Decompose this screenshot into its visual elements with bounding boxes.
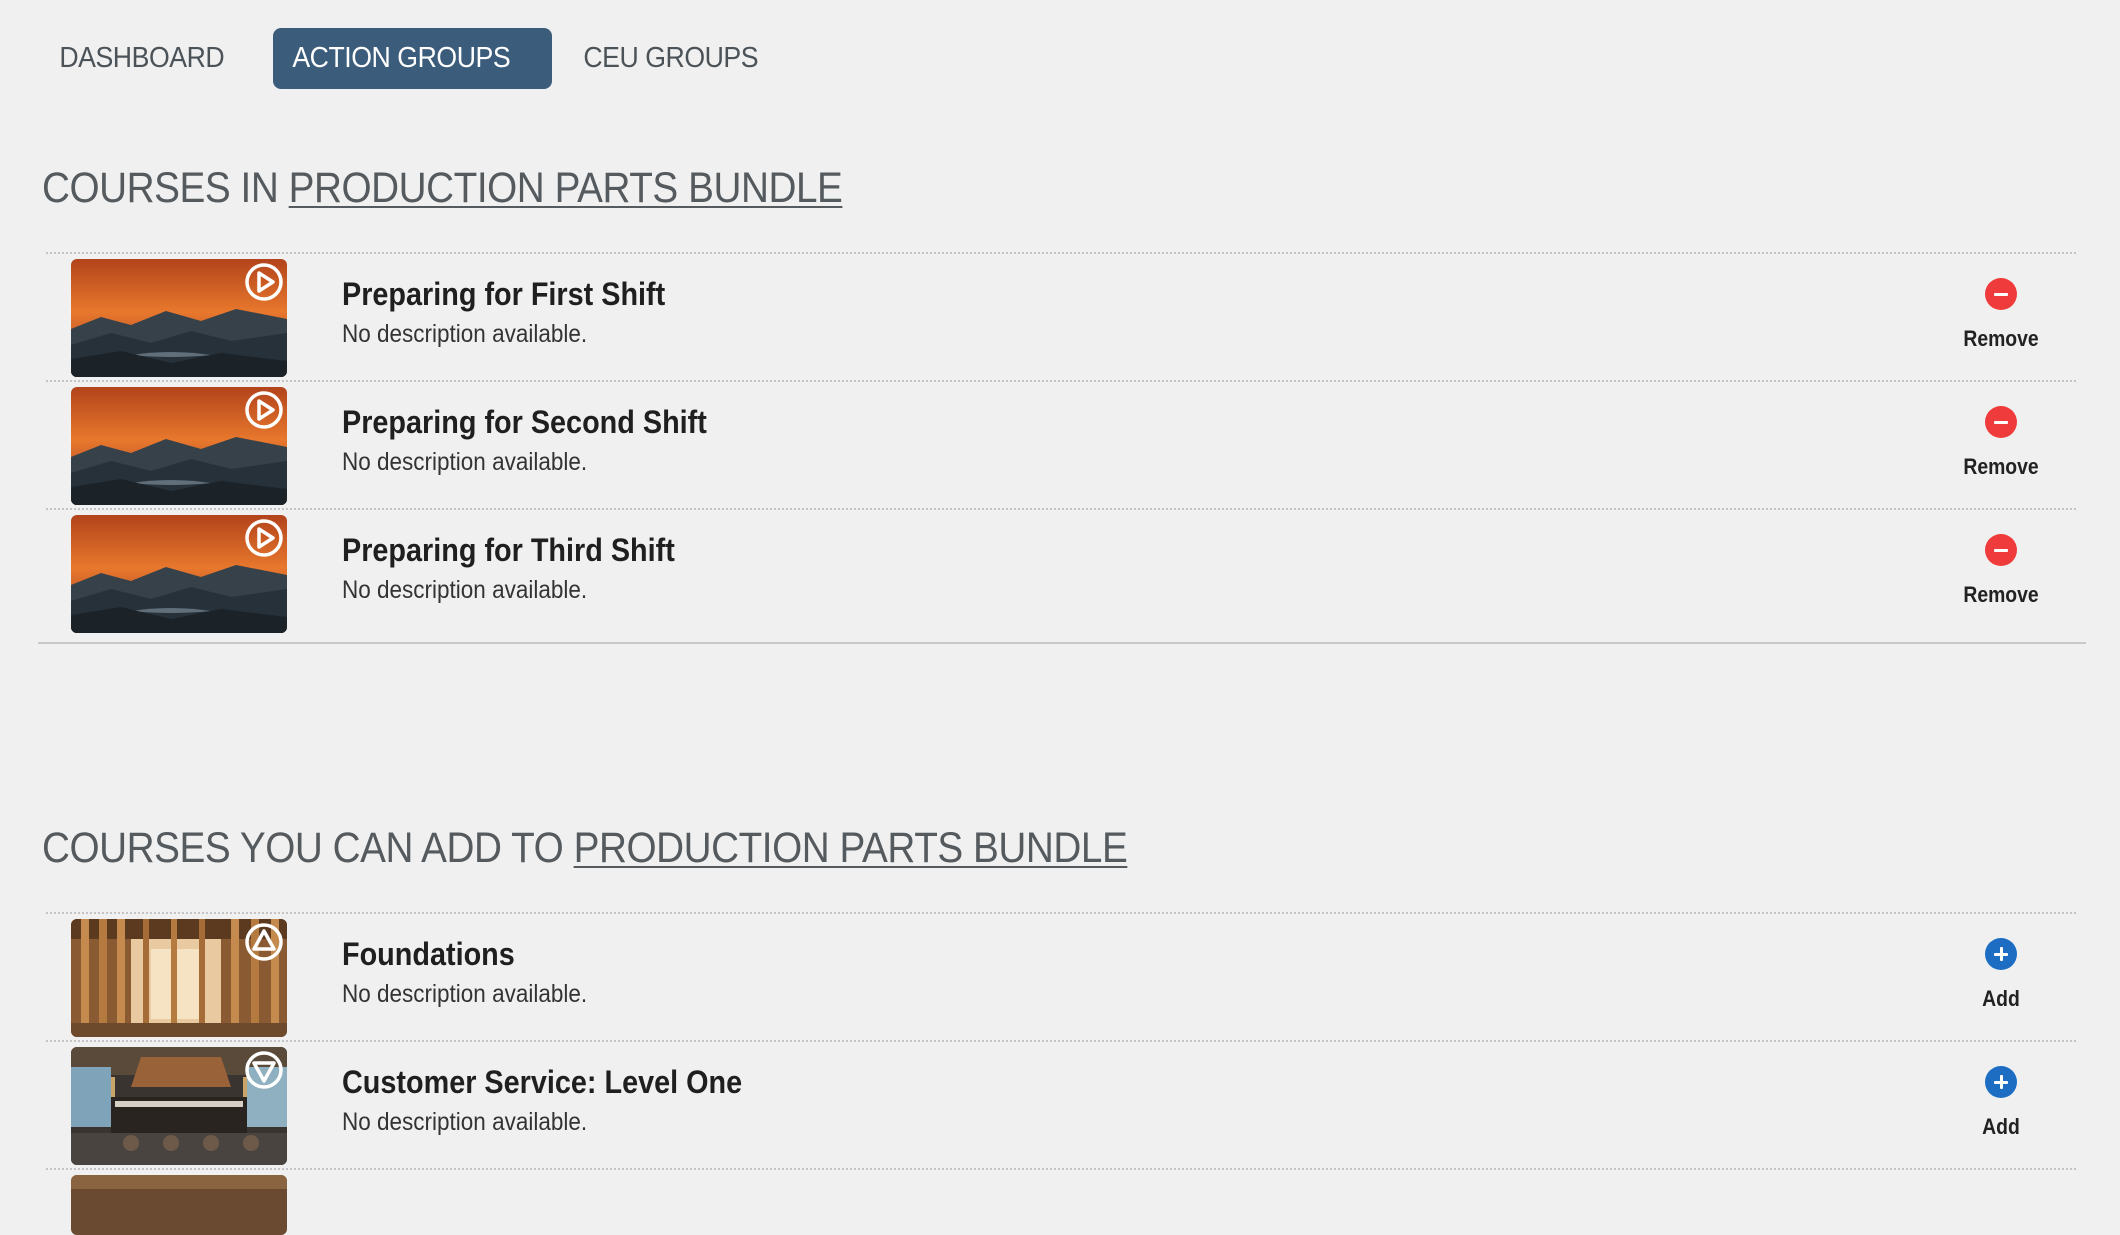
course-title[interactable]: Customer Service: Level One <box>342 1064 742 1101</box>
minus-circle-icon <box>1985 534 2017 566</box>
courses-add-prefix: COURSES YOU CAN ADD TO <box>42 824 574 872</box>
bundle-link[interactable]: PRODUCTION PARTS BUNDLE <box>574 824 1128 872</box>
courses-in-heading: COURSES IN PRODUCTION PARTS BUNDLE <box>42 164 843 213</box>
add-label: Add <box>1982 1114 2020 1139</box>
course-row: Preparing for Third Shift No description… <box>46 510 2076 638</box>
add-label: Add <box>1982 986 2020 1011</box>
courses-in-list: Preparing for First Shift No description… <box>46 252 2076 638</box>
plus-circle-icon <box>1985 938 2017 970</box>
courses-add-list: Foundations No description available. Ad… <box>46 912 2076 1235</box>
course-row: Customer Service: Level One No descripti… <box>46 1042 2076 1170</box>
remove-button[interactable]: Remove <box>1926 278 2076 368</box>
course-thumbnail[interactable] <box>71 387 287 505</box>
course-thumbnail[interactable] <box>71 259 287 377</box>
course-description: No description available. <box>342 1108 588 1136</box>
course-row: Preparing for First Shift No description… <box>46 254 2076 382</box>
course-thumbnail[interactable] <box>71 919 287 1037</box>
course-thumbnail[interactable] <box>71 1047 287 1165</box>
remove-button[interactable]: Remove <box>1926 406 2076 496</box>
remove-label: Remove <box>1963 326 2039 351</box>
course-title[interactable]: Preparing for Third Shift <box>342 532 675 569</box>
courses-in-prefix: COURSES IN <box>42 164 289 212</box>
course-row: Preparing for Second Shift No descriptio… <box>46 382 2076 510</box>
remove-label: Remove <box>1963 454 2039 479</box>
triangle-up-icon <box>245 923 283 961</box>
play-icon <box>245 391 283 429</box>
tab-dashboard[interactable]: DASHBOARD <box>40 28 244 89</box>
courses-add-heading: COURSES YOU CAN ADD TO PRODUCTION PARTS … <box>42 824 1128 873</box>
play-icon <box>245 263 283 301</box>
add-button[interactable]: Add <box>1926 938 2076 1028</box>
course-title[interactable]: Foundations <box>342 936 515 973</box>
bundle-link[interactable]: PRODUCTION PARTS BUNDLE <box>289 164 843 212</box>
play-icon <box>245 519 283 557</box>
course-row: Foundations No description available. Ad… <box>46 914 2076 1042</box>
triangle-down-icon <box>245 1051 283 1089</box>
course-thumbnail[interactable] <box>71 1175 287 1235</box>
course-description: No description available. <box>342 448 588 476</box>
remove-label: Remove <box>1963 582 2039 607</box>
tab-action-groups[interactable]: ACTION GROUPS <box>273 28 530 89</box>
section-divider <box>38 642 2086 644</box>
course-title[interactable]: Preparing for Second Shift <box>342 404 707 441</box>
plus-circle-icon <box>1985 1066 2017 1098</box>
tab-dashboard-wrap: DASHBOARD <box>40 28 261 89</box>
tab-ceu-groups[interactable]: CEU GROUPS <box>564 28 777 89</box>
tab-ceu-groups-wrap: CEU GROUPS <box>564 28 796 89</box>
tab-action-groups-wrap: ACTION GROUPS <box>273 28 553 89</box>
top-nav: DASHBOARD ACTION GROUPS CEU GROUPS <box>40 28 796 89</box>
course-title[interactable]: Preparing for First Shift <box>342 276 665 313</box>
add-button[interactable]: Add <box>1926 1066 2076 1156</box>
course-description: No description available. <box>342 320 588 348</box>
minus-circle-icon <box>1985 278 2017 310</box>
remove-button[interactable]: Remove <box>1926 534 2076 624</box>
course-description: No description available. <box>342 576 588 604</box>
course-thumbnail[interactable] <box>71 515 287 633</box>
course-image <box>71 1175 287 1235</box>
course-description: No description available. <box>342 980 588 1008</box>
course-row <box>46 1170 2076 1235</box>
minus-circle-icon <box>1985 406 2017 438</box>
